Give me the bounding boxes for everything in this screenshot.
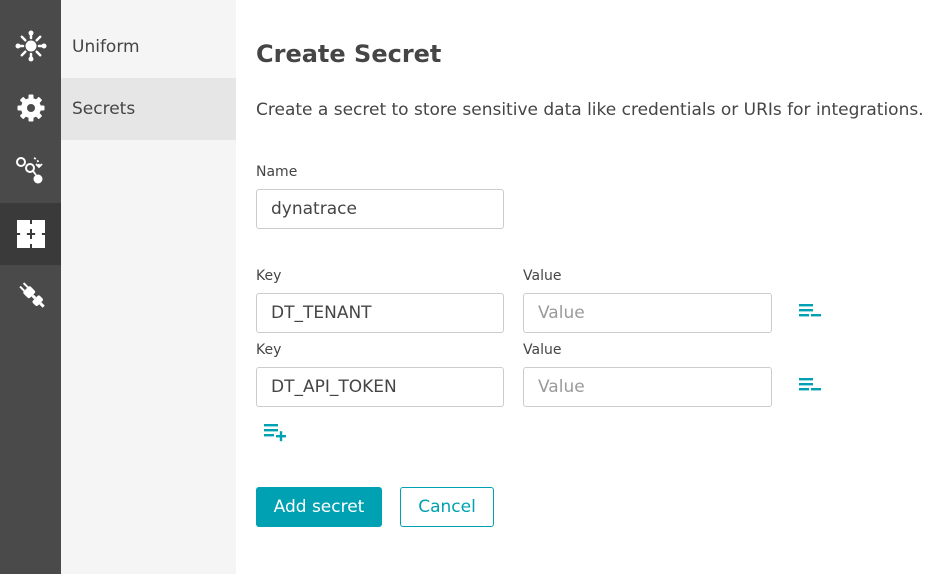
subnav-item-uniform[interactable]: Uniform bbox=[61, 16, 236, 78]
name-input[interactable] bbox=[256, 189, 504, 229]
rail-item-plugins[interactable] bbox=[0, 263, 61, 325]
hub-icon bbox=[15, 30, 47, 62]
add-secret-button[interactable]: Add secret bbox=[256, 487, 382, 527]
key-label: Key bbox=[256, 268, 282, 284]
plug-icon bbox=[14, 277, 48, 311]
key-label: Key bbox=[256, 342, 282, 358]
rail-item-integrations[interactable] bbox=[0, 203, 61, 265]
rail-item-workflow[interactable] bbox=[0, 139, 61, 201]
list-remove-icon bbox=[797, 376, 823, 398]
cancel-button[interactable]: Cancel bbox=[400, 487, 494, 527]
value-label: Value bbox=[523, 342, 562, 358]
gear-icon bbox=[16, 93, 46, 123]
workflow-icon bbox=[14, 153, 48, 187]
key-input[interactable] bbox=[256, 293, 504, 333]
key-input[interactable] bbox=[256, 367, 504, 407]
page-title: Create Secret bbox=[256, 40, 442, 68]
rail-item-settings[interactable] bbox=[0, 77, 61, 139]
remove-row-button[interactable] bbox=[796, 375, 824, 399]
value-input[interactable] bbox=[523, 293, 772, 333]
value-label: Value bbox=[523, 268, 562, 284]
remove-row-button[interactable] bbox=[796, 301, 824, 325]
subnav-item-label: Secrets bbox=[72, 99, 136, 119]
puzzle-icon bbox=[15, 218, 47, 250]
subnav: Uniform Secrets bbox=[61, 0, 236, 574]
add-row-button[interactable] bbox=[261, 422, 289, 446]
subnav-item-label: Uniform bbox=[72, 37, 140, 57]
value-input[interactable] bbox=[523, 367, 772, 407]
page-description: Create a secret to store sensitive data … bbox=[256, 100, 924, 120]
name-label: Name bbox=[256, 164, 298, 180]
rail-item-hub[interactable] bbox=[0, 15, 61, 77]
subnav-item-secrets[interactable]: Secrets bbox=[61, 78, 236, 140]
icon-rail bbox=[0, 0, 61, 574]
list-remove-icon bbox=[797, 302, 823, 324]
list-add-icon bbox=[262, 422, 288, 446]
